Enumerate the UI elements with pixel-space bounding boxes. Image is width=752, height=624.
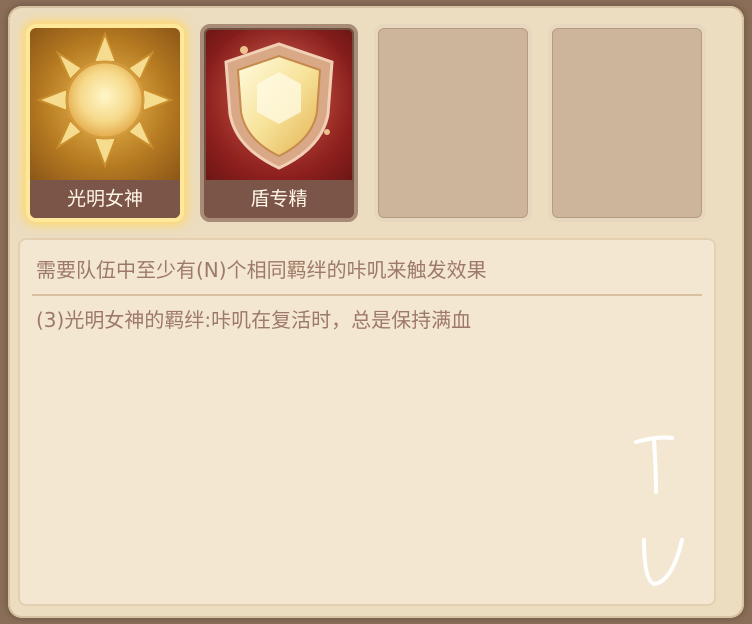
bond-effect-text: (3)光明女神的羁绊:咔叽在复活时，总是保持满血 [36, 308, 472, 332]
bond-card-guangming[interactable]: 光明女神 [26, 24, 184, 222]
sun-icon [33, 28, 177, 172]
sun-art [30, 28, 180, 180]
bond-slot-empty[interactable] [374, 24, 532, 222]
divider [32, 294, 702, 296]
shield-icon [204, 28, 354, 173]
bond-slot-empty[interactable] [548, 24, 706, 222]
bond-description-box: 需要队伍中至少有(N)个相同羁绊的咔叽来触发效果 (3)光明女神的羁绊:咔叽在复… [18, 238, 716, 606]
bond-card-label: 光明女神 [30, 180, 180, 218]
handwritten-watermark [634, 435, 684, 587]
bond-card-shield[interactable]: 盾专精 [200, 24, 358, 222]
shield-art [204, 28, 354, 180]
bond-card-label: 盾专精 [204, 180, 354, 218]
bond-requirement-text: 需要队伍中至少有(N)个相同羁绊的咔叽来触发效果 [36, 258, 487, 282]
